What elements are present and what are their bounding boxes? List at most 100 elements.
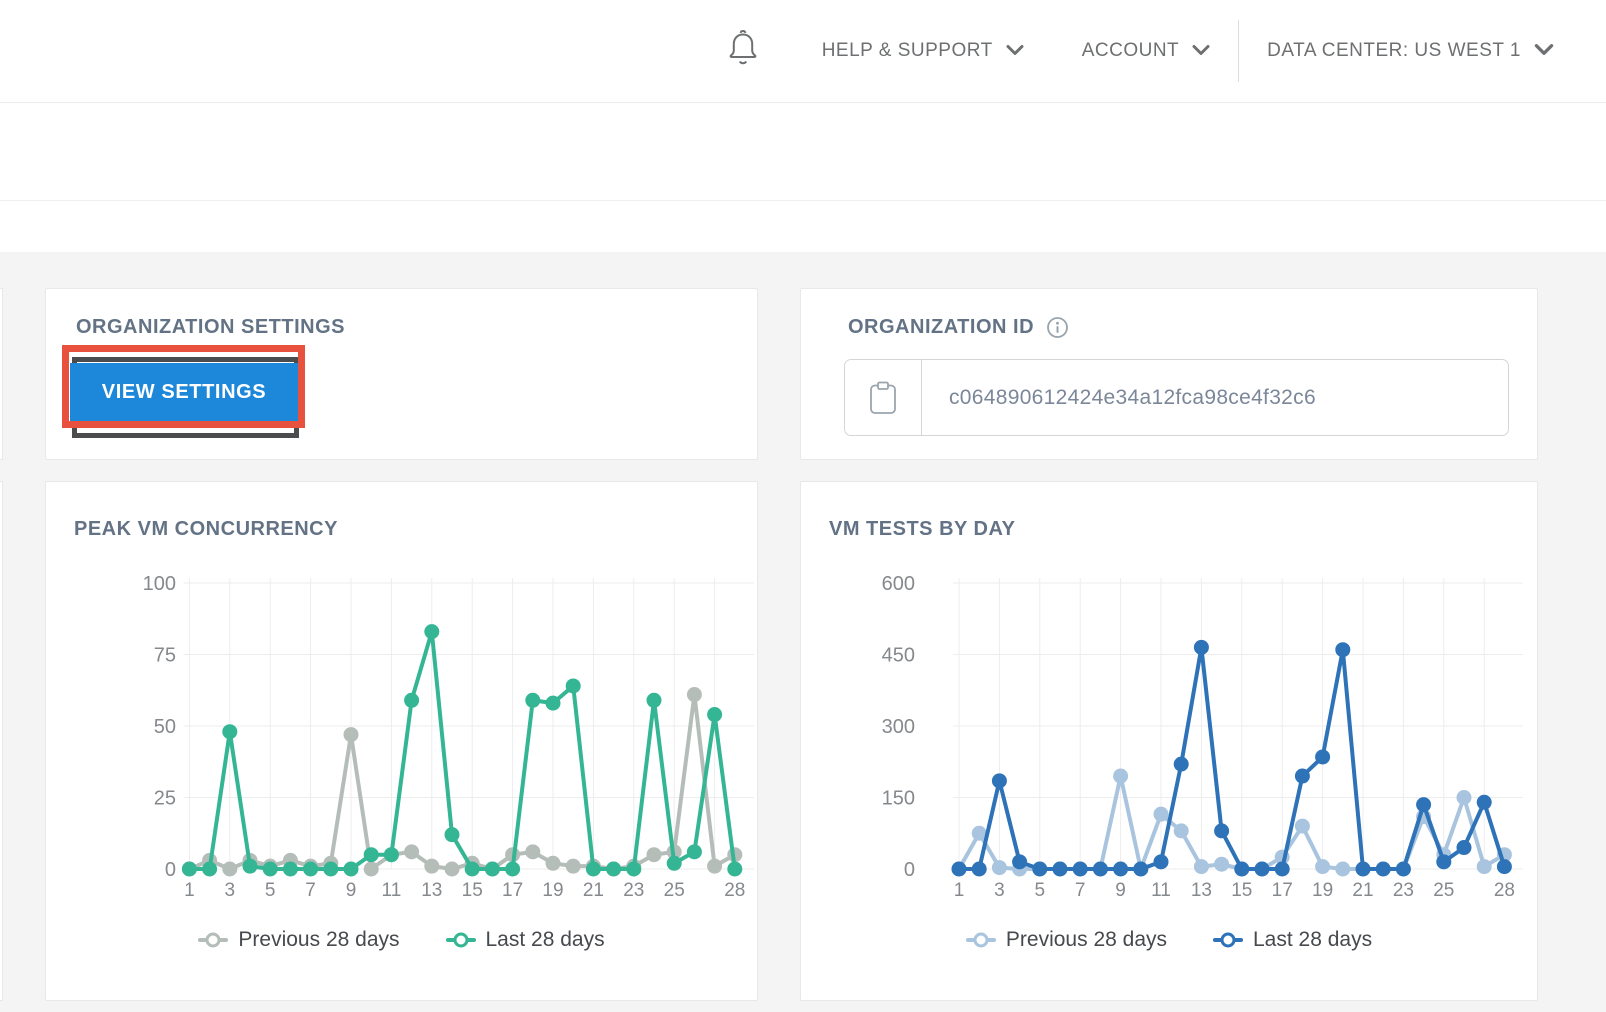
org-id-value: c064890612424e34a12fca98ce4f32c6 (922, 360, 1316, 435)
y-axis-tick-label: 75 (154, 645, 176, 667)
chart-data-point (1234, 862, 1249, 877)
chart-data-point (1356, 862, 1371, 877)
x-axis-tick-label: 21 (583, 880, 604, 901)
x-axis-tick-label: 7 (1075, 880, 1086, 901)
chart-data-point (323, 862, 338, 877)
offscreen-card-edge (0, 288, 3, 460)
legend-marker-icon (198, 938, 228, 942)
y-axis-tick-label: 300 (882, 716, 915, 738)
x-axis-tick-label: 17 (502, 880, 523, 901)
legend-label: Previous 28 days (238, 928, 399, 952)
chart-data-point (1113, 862, 1128, 877)
legend-label: Last 28 days (1253, 928, 1372, 952)
y-axis-tick-label: 0 (165, 859, 176, 881)
chart-data-point (1416, 797, 1431, 812)
nav-divider (1238, 20, 1239, 82)
legend-item[interactable]: Last 28 days (1213, 928, 1372, 952)
chart-data-point (404, 693, 419, 708)
x-axis-tick-label: 11 (1151, 880, 1171, 901)
chart-data-point (586, 862, 601, 877)
chart-data-point (1457, 840, 1472, 855)
annotation-red-box (62, 345, 305, 428)
chart-data-point (1073, 862, 1088, 877)
chart-data-point (465, 862, 480, 877)
chart-data-point (1315, 859, 1330, 874)
nav-help-support[interactable]: HELP & SUPPORT (822, 40, 1024, 62)
org-id-field[interactable]: c064890612424e34a12fca98ce4f32c6 (844, 359, 1509, 436)
x-axis-tick-label: 9 (346, 880, 357, 901)
chart-data-point (384, 847, 399, 862)
chart-data-point (283, 862, 298, 877)
chart-data-point (707, 707, 722, 722)
chart-data-point (1194, 859, 1209, 874)
offscreen-card-edge (0, 481, 3, 1001)
chart-data-point (1436, 854, 1451, 869)
chart-data-point (1194, 640, 1209, 655)
chart-series-line (189, 632, 734, 869)
chart-data-point (546, 856, 561, 871)
chart-data-point (992, 860, 1007, 875)
chart-data-point (1053, 862, 1068, 877)
page-header-band (0, 103, 1606, 201)
info-icon[interactable] (1046, 316, 1069, 339)
clipboard-icon[interactable] (845, 360, 922, 435)
x-axis-tick-label: 7 (305, 880, 316, 901)
chart-data-point (1315, 749, 1330, 764)
x-axis-tick-label: 13 (1191, 880, 1212, 901)
chart-data-point (626, 862, 641, 877)
nav-help-support-label: HELP & SUPPORT (822, 40, 993, 62)
x-axis-tick-label: 13 (421, 880, 442, 901)
chart-data-point (606, 862, 621, 877)
chart-data-point (1214, 823, 1229, 838)
y-axis-tick-label: 150 (882, 788, 915, 810)
chart-data-point (424, 624, 439, 639)
x-axis-tick-label: 25 (1433, 880, 1454, 901)
chart-series-line (959, 647, 1504, 869)
x-axis-tick-label: 19 (1312, 880, 1333, 901)
chart-data-point (1376, 862, 1391, 877)
legend-marker-icon (966, 938, 996, 942)
chart-data-point (647, 847, 662, 862)
chart-data-point (1255, 862, 1270, 877)
nav-account-label: ACCOUNT (1082, 40, 1179, 62)
notifications-bell-icon[interactable] (726, 29, 760, 74)
chart-data-point (222, 724, 237, 739)
chart-data-point (344, 727, 359, 742)
chart-data-point (1396, 862, 1411, 877)
y-axis-tick-label: 25 (154, 788, 176, 810)
org-settings-title: ORGANIZATION SETTINGS (76, 316, 345, 339)
x-axis-tick-label: 5 (1035, 880, 1046, 901)
x-axis-tick-label: 17 (1272, 880, 1293, 901)
legend-item[interactable]: Previous 28 days (966, 928, 1167, 952)
x-axis-tick-label: 5 (265, 880, 276, 901)
x-axis-tick-label: 19 (542, 880, 563, 901)
chart-data-point (364, 847, 379, 862)
nav-data-center[interactable]: DATA CENTER: US WEST 1 (1267, 40, 1554, 62)
legend-item[interactable]: Previous 28 days (198, 928, 399, 952)
chart-data-point (364, 862, 379, 877)
y-axis-tick-label: 600 (882, 573, 915, 595)
highlight-annotation: VIEW SETTINGS (62, 345, 305, 428)
chart-data-point (1154, 807, 1169, 822)
chart-data-point (992, 773, 1007, 788)
x-axis-tick-label: 25 (664, 880, 685, 901)
chart-data-point (424, 859, 439, 874)
chart-data-point (1174, 757, 1189, 772)
chart-data-point (647, 693, 662, 708)
peak-vm-chart-legend: Previous 28 days Last 28 days (46, 928, 757, 952)
chart-data-point (1154, 854, 1169, 869)
chart-data-point (1133, 862, 1148, 877)
x-axis-tick-label: 1 (184, 880, 195, 901)
nav-account[interactable]: ACCOUNT (1082, 40, 1210, 62)
chart-data-point (263, 862, 278, 877)
chart-data-point (1335, 642, 1350, 657)
chart-data-point (566, 859, 581, 874)
y-axis-tick-label: 450 (882, 645, 915, 667)
chart-data-point (1477, 859, 1492, 874)
legend-marker-icon (446, 938, 476, 942)
vm-tests-by-day-card: VM TESTS BY DAY 015030045060013579111315… (800, 481, 1538, 1001)
chart-data-point (1093, 862, 1108, 877)
chart-data-point (1497, 859, 1512, 874)
legend-item[interactable]: Last 28 days (446, 928, 605, 952)
x-axis-tick-label: 11 (382, 880, 402, 901)
